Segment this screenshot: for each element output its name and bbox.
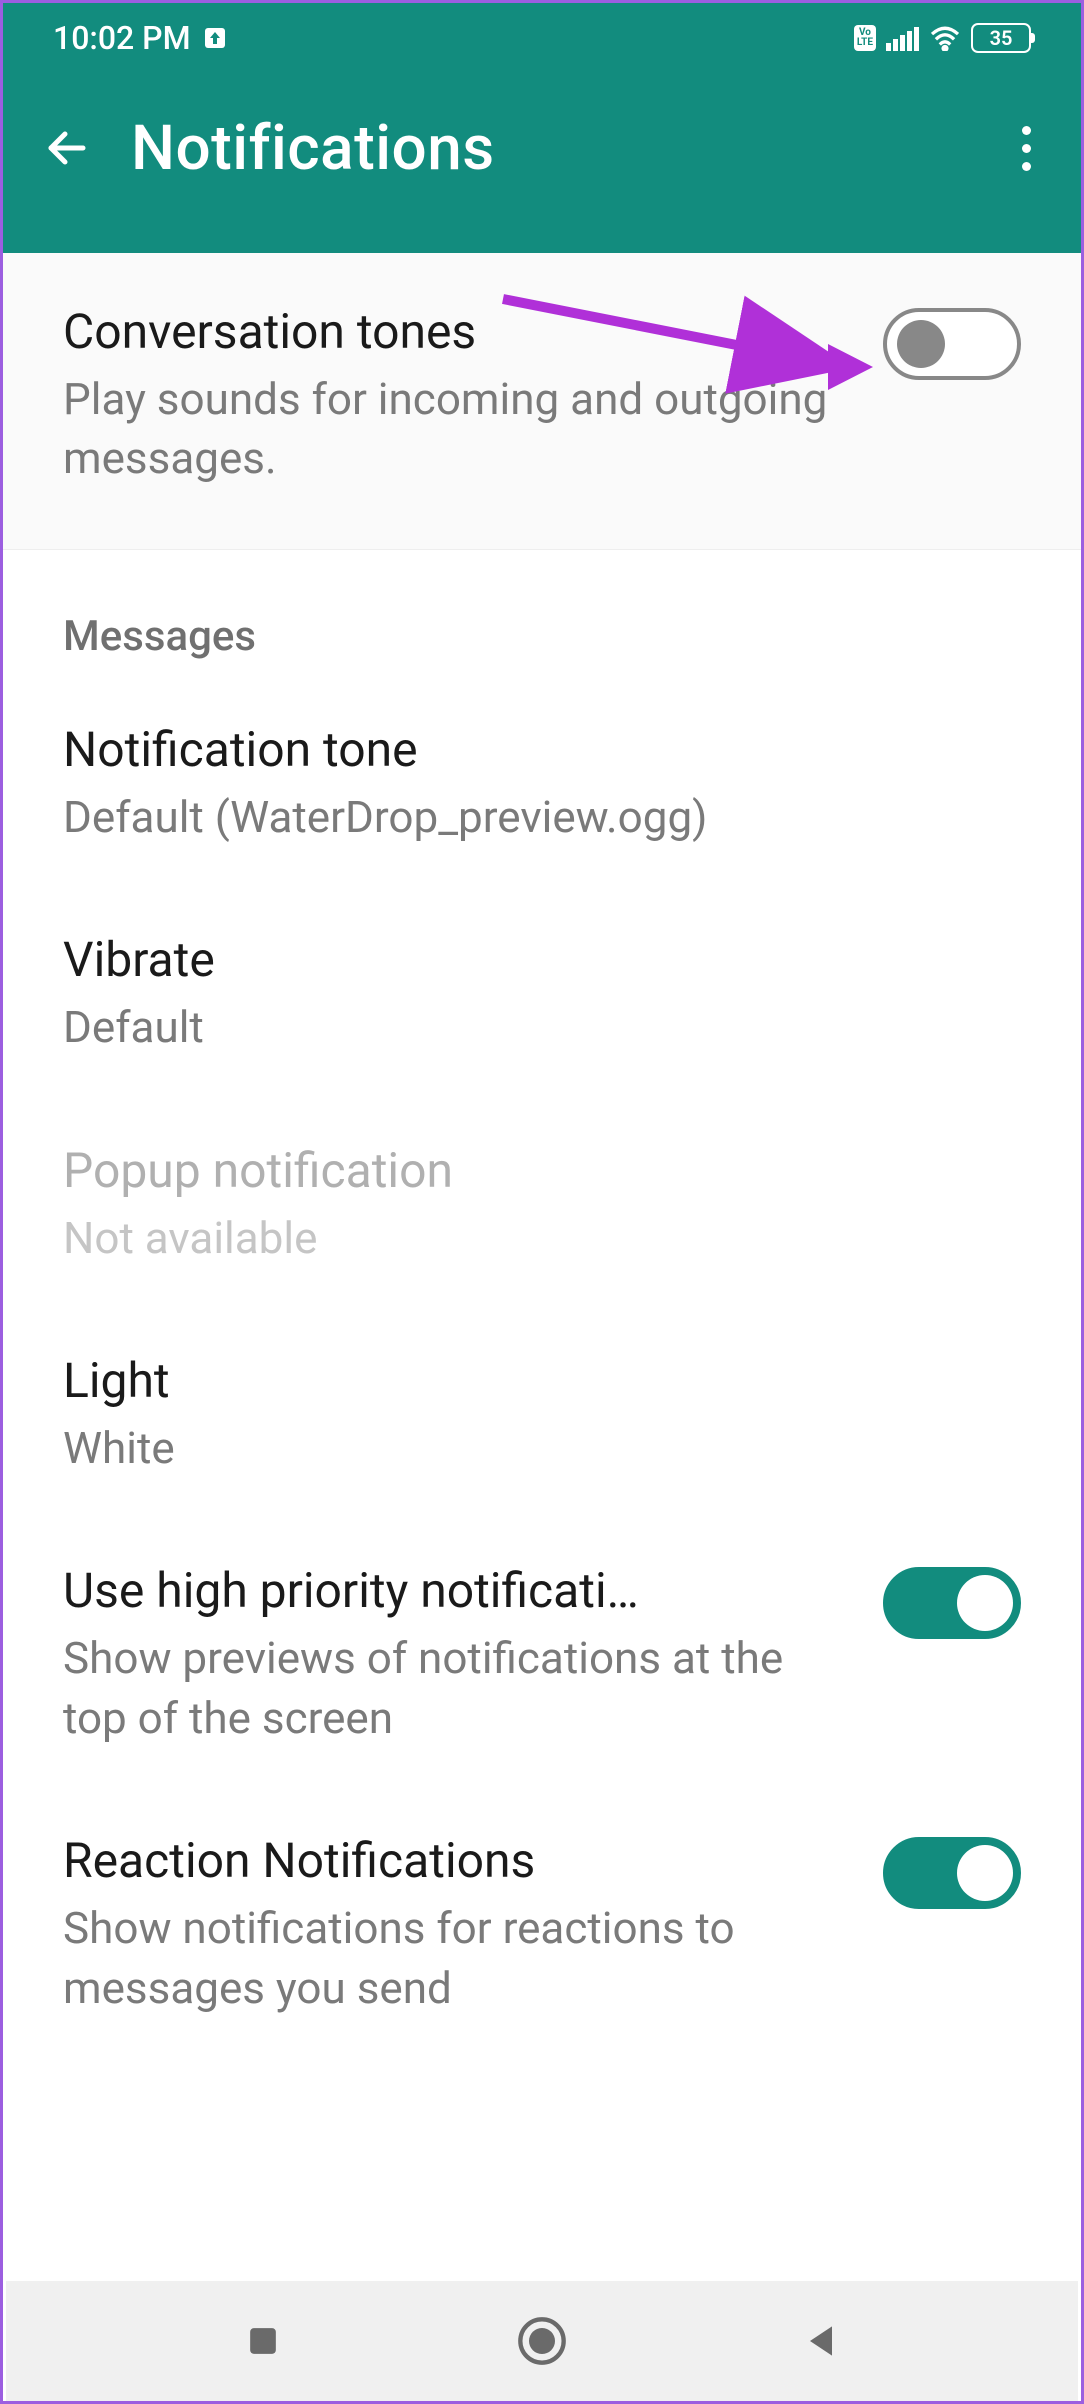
light-row[interactable]: Light White xyxy=(3,1310,1081,1520)
reaction-subtitle: Show notifications for reactions to mess… xyxy=(63,1899,853,2018)
reaction-toggle[interactable] xyxy=(883,1837,1021,1909)
volte-icon: VoLTE xyxy=(854,25,876,51)
popup-subtitle: Not available xyxy=(63,1209,991,1268)
vibrate-row[interactable]: Vibrate Default xyxy=(3,889,1081,1099)
section-header-messages: Messages xyxy=(3,550,1081,679)
popup-notification-row: Popup notification Not available xyxy=(3,1100,1081,1310)
high-priority-row[interactable]: Use high priority notificati… Show previ… xyxy=(3,1520,1081,1790)
status-left: 10:02 PM xyxy=(53,19,227,57)
light-subtitle: White xyxy=(63,1419,991,1478)
high-priority-subtitle: Show previews of notifications at the to… xyxy=(63,1629,853,1748)
conversation-tones-row[interactable]: Conversation tones Play sounds for incom… xyxy=(3,253,1081,550)
high-priority-title: Use high priority notificati… xyxy=(63,1562,703,1619)
notification-tone-title: Notification tone xyxy=(63,721,991,778)
status-time: 10:02 PM xyxy=(53,19,191,57)
status-right: VoLTE 35 xyxy=(854,23,1031,53)
content: Conversation tones Play sounds for incom… xyxy=(3,253,1081,2060)
battery-icon: 35 xyxy=(971,23,1031,53)
nav-recents-button[interactable] xyxy=(241,2319,285,2363)
notification-tone-subtitle: Default (WaterDrop_preview.ogg) xyxy=(63,788,991,847)
upload-icon xyxy=(203,26,227,50)
app-bar: Notifications xyxy=(3,73,1081,253)
light-title: Light xyxy=(63,1352,991,1409)
popup-title: Popup notification xyxy=(63,1142,991,1199)
menu-button[interactable] xyxy=(1002,106,1051,191)
conversation-tones-title: Conversation tones xyxy=(63,303,853,360)
reaction-title: Reaction Notifications xyxy=(63,1832,853,1889)
navigation-bar xyxy=(6,2281,1078,2401)
notification-tone-row[interactable]: Notification tone Default (WaterDrop_pre… xyxy=(3,679,1081,889)
conversation-tones-subtitle: Play sounds for incoming and outgoing me… xyxy=(63,370,853,489)
page-title: Notifications xyxy=(131,112,1002,185)
status-bar: 10:02 PM VoLTE 35 xyxy=(3,3,1081,73)
vibrate-title: Vibrate xyxy=(63,931,991,988)
wifi-icon xyxy=(929,25,961,51)
vibrate-subtitle: Default xyxy=(63,998,991,1057)
nav-home-button[interactable] xyxy=(516,2315,568,2367)
signal-icon xyxy=(886,25,919,51)
back-button[interactable] xyxy=(43,124,91,172)
high-priority-toggle[interactable] xyxy=(883,1567,1021,1639)
reaction-notifications-row[interactable]: Reaction Notifications Show notification… xyxy=(3,1790,1081,2060)
nav-back-button[interactable] xyxy=(799,2319,843,2363)
conversation-tones-toggle[interactable] xyxy=(883,308,1021,380)
